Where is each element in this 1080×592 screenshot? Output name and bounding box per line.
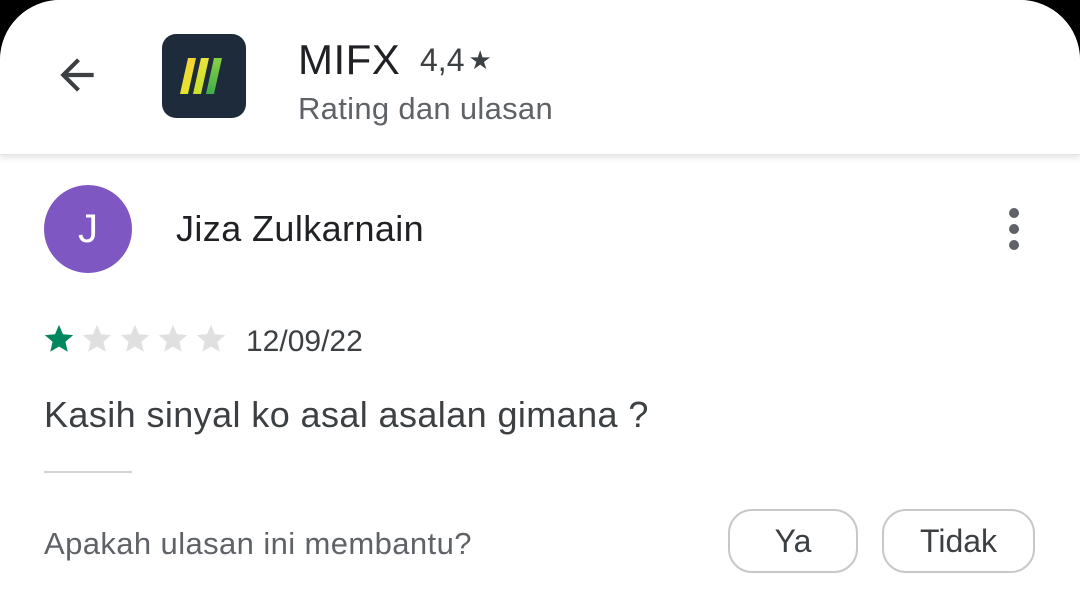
review-date: 12/09/22 — [246, 325, 363, 358]
helpful-yes-button[interactable]: Ya — [728, 509, 858, 573]
back-button[interactable] — [44, 42, 110, 108]
more-vert-icon — [1009, 208, 1019, 218]
page-subtitle: Rating dan ulasan — [298, 91, 554, 126]
app-rating: 4,4 ★ — [420, 42, 492, 79]
star-empty-icon — [82, 324, 112, 352]
reviewer-name: Jiza Zulkarnain — [176, 208, 425, 249]
app-title: MIFX — [298, 36, 401, 83]
review-text: Kasih sinyal ko asal asalan gimana ? — [44, 394, 649, 435]
divider — [44, 471, 132, 473]
app-header: MIFX 4,4 ★ Rating dan ulasan — [0, 0, 1080, 155]
app-icon — [162, 34, 246, 118]
more-options-button[interactable] — [990, 203, 1038, 255]
more-vert-icon-dot — [1009, 224, 1019, 234]
screen: MIFX 4,4 ★ Rating dan ulasan J Jiza Zulk… — [0, 0, 1080, 592]
mifx-logo-icon — [180, 58, 222, 94]
star-rating — [42, 322, 228, 356]
avatar: J — [44, 185, 132, 273]
star-filled-icon — [44, 324, 74, 352]
helpful-question: Apakah ulasan ini membantu? — [44, 526, 472, 561]
star-empty-icon — [158, 324, 188, 352]
more-vert-icon-dot — [1009, 240, 1019, 250]
helpful-no-button[interactable]: Tidak — [882, 509, 1035, 573]
arrow-back-icon — [60, 58, 94, 92]
app-rating-value: 4,4 — [420, 42, 465, 78]
star-empty-icon — [196, 324, 226, 352]
avatar-initial: J — [78, 206, 98, 251]
star-icon: ★ — [468, 45, 492, 75]
star-empty-icon — [120, 324, 150, 352]
